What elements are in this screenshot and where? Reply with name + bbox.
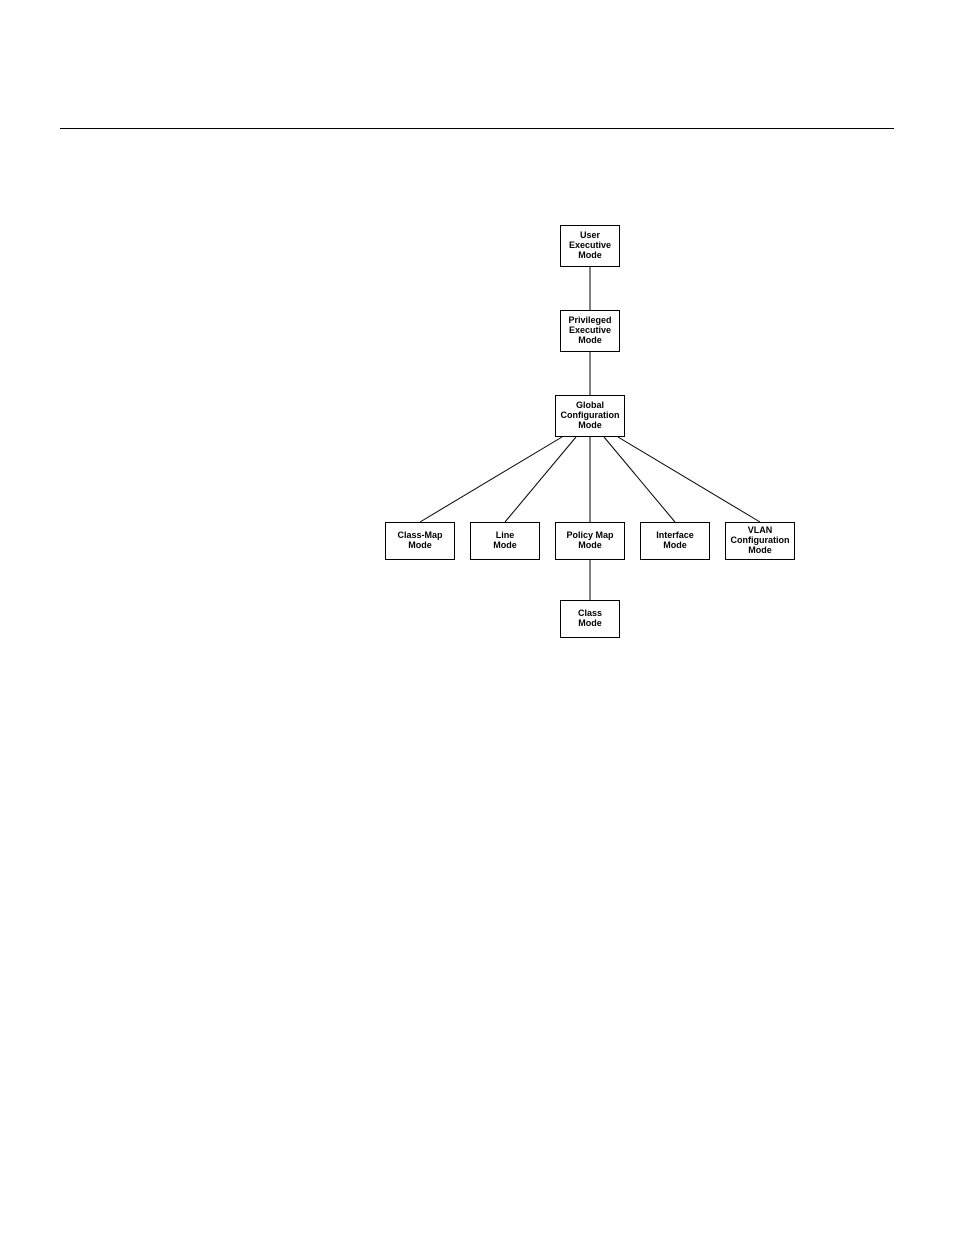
mode-hierarchy-diagram: User Executive Mode Privileged Executive… bbox=[380, 225, 800, 655]
node-label-line: Mode bbox=[578, 619, 602, 629]
node-global-configuration-mode: Global Configuration Mode bbox=[555, 395, 625, 437]
node-line-mode: Line Mode bbox=[470, 522, 540, 560]
node-vlan-configuration-mode: VLAN Configuration Mode bbox=[725, 522, 795, 560]
node-label-line: Mode bbox=[578, 421, 602, 431]
node-class-map-mode: Class-Map Mode bbox=[385, 522, 455, 560]
node-label-line: Mode bbox=[578, 541, 602, 551]
node-label-line: Mode bbox=[408, 541, 432, 551]
node-policy-map-mode: Policy Map Mode bbox=[555, 522, 625, 560]
node-label-line: Mode bbox=[578, 251, 602, 261]
node-label-line: Mode bbox=[663, 541, 687, 551]
node-privileged-executive-mode: Privileged Executive Mode bbox=[560, 310, 620, 352]
diagram-connectors bbox=[380, 225, 800, 655]
header-divider bbox=[60, 128, 894, 129]
node-label-line: Mode bbox=[578, 336, 602, 346]
node-interface-mode: Interface Mode bbox=[640, 522, 710, 560]
node-user-executive-mode: User Executive Mode bbox=[560, 225, 620, 267]
node-class-mode: Class Mode bbox=[560, 600, 620, 638]
node-label-line: Mode bbox=[748, 546, 772, 556]
node-label-line: Mode bbox=[493, 541, 517, 551]
